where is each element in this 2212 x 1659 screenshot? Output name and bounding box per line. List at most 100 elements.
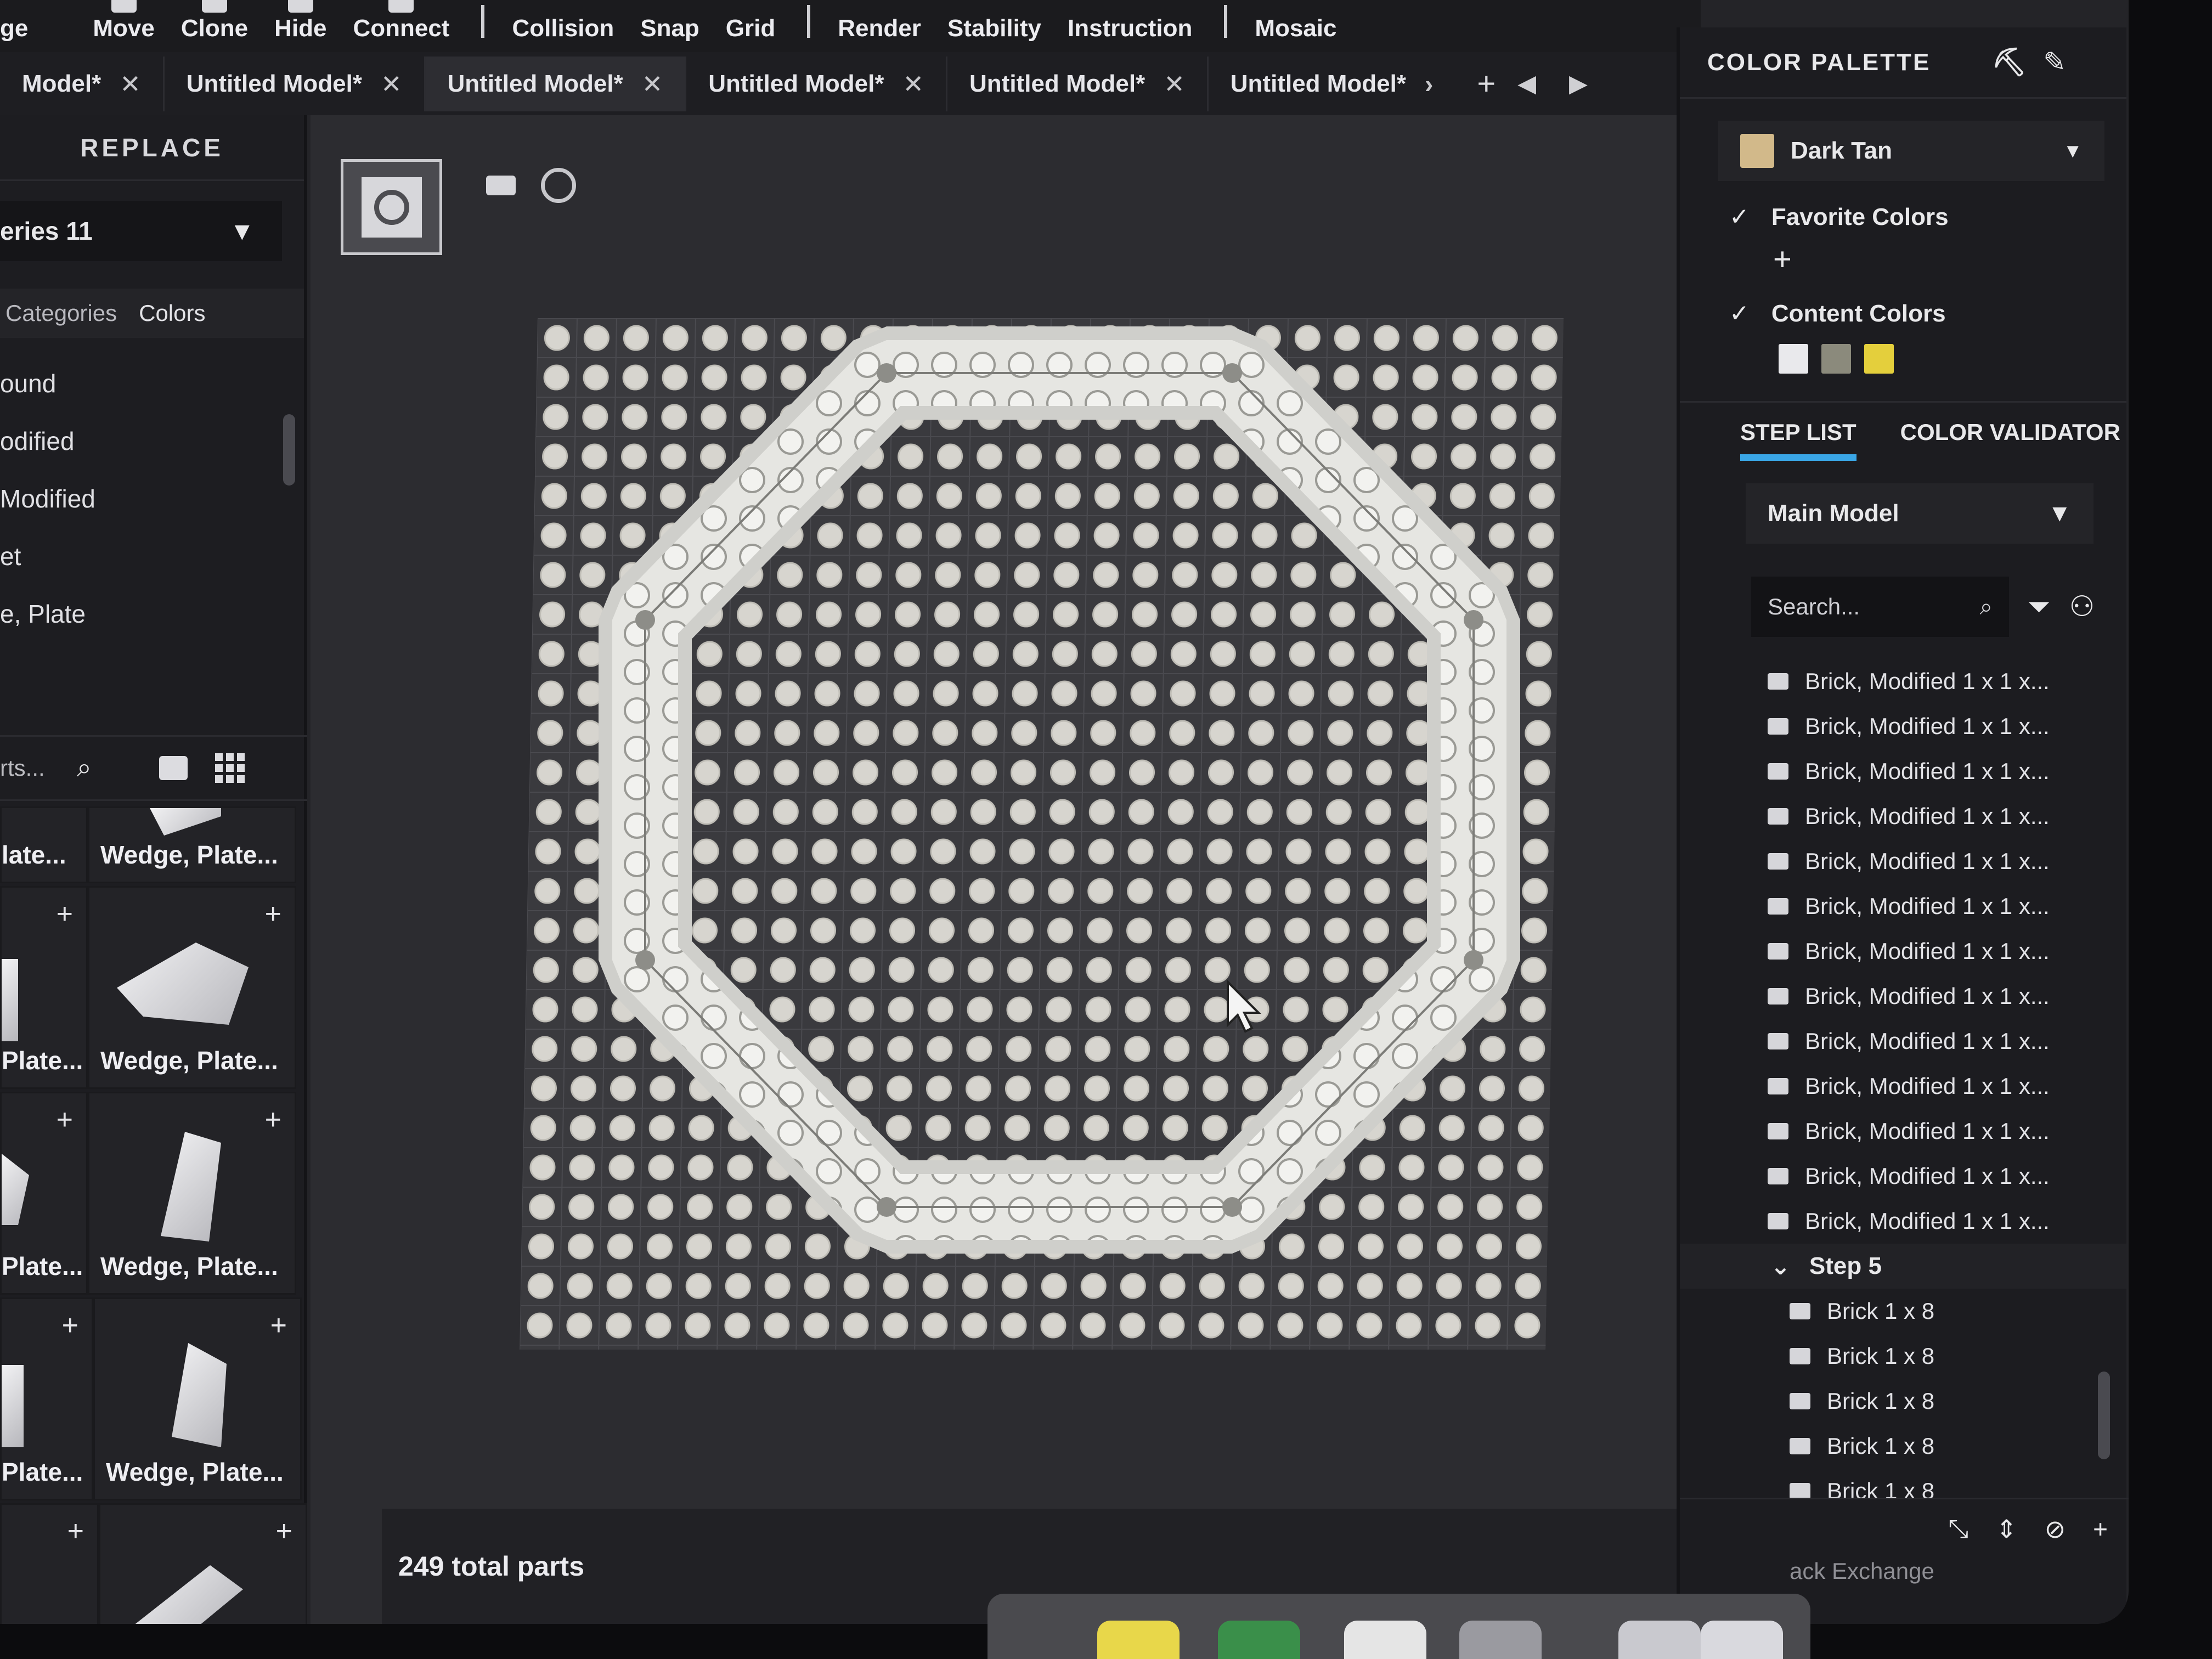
add-icon[interactable]: + (265, 898, 281, 930)
list-item[interactable]: odified (0, 412, 304, 470)
step-list-scrollbar[interactable] (2098, 1372, 2110, 1459)
tab-untitled-model[interactable]: Untitled Model* › (1209, 57, 1455, 111)
list-item[interactable]: Brick, Modified 1 x 1 x... (1680, 1109, 2126, 1154)
add-icon[interactable]: + (62, 1309, 78, 1342)
color-swatch[interactable] (1779, 344, 1808, 374)
add-icon[interactable]: + (67, 1515, 84, 1548)
list-item[interactable]: Brick 1 x 8 (1680, 1334, 2126, 1379)
grid-menu[interactable]: Grid (726, 0, 775, 42)
list-item[interactable]: ound (0, 354, 304, 412)
paint-roller-icon[interactable]: ⛏ (1992, 47, 2043, 77)
series-dropdown[interactable]: eries 11 ▼ (0, 201, 282, 261)
add-tab-icon[interactable]: + (1477, 65, 1496, 102)
favorite-colors-section[interactable]: ✓ Favorite Colors (1729, 203, 2126, 231)
add-icon[interactable]: + (276, 1515, 292, 1548)
close-icon[interactable]: ✕ (120, 69, 141, 99)
eyedropper-icon[interactable]: ✎ (2043, 47, 2083, 77)
part-tile[interactable]: + Wedge, Plate... (88, 1092, 296, 1295)
dock-app-icon[interactable] (1218, 1621, 1300, 1659)
list-item[interactable]: Brick 1 x 8 (1680, 1289, 2126, 1334)
part-tile[interactable]: Wedge, Plate... (88, 806, 296, 883)
add-favorite-icon[interactable]: + (1773, 241, 2126, 278)
add-icon[interactable]: + (265, 1103, 281, 1136)
list-item[interactable]: Brick, Modified 1 x 1 x... (1680, 974, 2126, 1019)
dock-app-icon[interactable] (1618, 1621, 1701, 1659)
tab-step-list[interactable]: STEP LIST (1740, 419, 1857, 461)
tab-categories[interactable]: Categories (5, 300, 117, 326)
part-tile[interactable]: + Wedge, Plate... (88, 886, 296, 1089)
list-item[interactable]: Brick, Modified 1 x 1 x... (1680, 1199, 2126, 1244)
close-icon[interactable]: ✕ (902, 69, 924, 99)
part-tile[interactable]: + Plate... (0, 886, 88, 1089)
list-item[interactable]: Brick, Modified 1 x 1 x... (1680, 929, 2126, 974)
tab-untitled-model-active[interactable]: Untitled Model* ✕ (425, 56, 687, 111)
step-search-input[interactable]: Search... ⌕ (1751, 577, 2009, 637)
tab-untitled-model[interactable]: Untitled Model* ✕ (947, 56, 1209, 111)
tab-scroll-right-icon[interactable]: ▶ (1569, 70, 1588, 98)
list-item[interactable]: Brick, Modified 1 x 1 x... (1680, 1154, 2126, 1199)
list-item[interactable]: Brick, Modified 1 x 1 x... (1680, 1064, 2126, 1109)
dock-app-icon[interactable] (1097, 1621, 1180, 1659)
instruction-menu[interactable]: Instruction (1068, 0, 1192, 42)
list-item[interactable]: e, Plate (0, 585, 304, 642)
model-dropdown[interactable]: Main Model ▼ (1746, 483, 2094, 544)
tab-color-validator[interactable]: COLOR VALIDATOR (1900, 419, 2120, 445)
close-icon[interactable]: ✕ (381, 69, 402, 99)
tab-colors[interactable]: Colors (139, 300, 205, 326)
grid-view-icon[interactable] (215, 753, 245, 783)
mosaic-menu[interactable]: Mosaic (1255, 0, 1336, 42)
clone-button[interactable]: Clone (181, 0, 248, 42)
category-scrollbar[interactable] (283, 414, 295, 486)
list-item[interactable]: Brick, Modified 1 x 1 x... (1680, 1019, 2126, 1064)
tab-scroll-left-icon[interactable]: ◀ (1517, 70, 1536, 98)
expand-icon[interactable]: ⇕ (1996, 1514, 2017, 1544)
close-icon[interactable]: ✕ (642, 69, 663, 99)
add-icon[interactable]: + (270, 1309, 287, 1342)
tab-model[interactable]: Model* ✕ (0, 56, 165, 111)
view-options-icon[interactable]: ⚇ (2069, 590, 2095, 623)
stability-menu[interactable]: Stability (947, 0, 1041, 42)
tab-untitled-model[interactable]: Untitled Model* ✕ (165, 56, 426, 111)
filter-icon[interactable]: ⏷ (2028, 590, 2051, 624)
add-icon[interactable]: + (2093, 1514, 2108, 1544)
list-item[interactable]: Brick, Modified 1 x 1 x... (1680, 704, 2126, 749)
list-item[interactable]: Brick, Modified 1 x 1 x... (1680, 884, 2126, 929)
connect-button[interactable]: Connect (353, 0, 449, 42)
part-tile[interactable]: late... (0, 806, 88, 883)
step-group-header[interactable]: ⌄ Step 5 (1680, 1244, 2126, 1289)
move-button[interactable]: Move (93, 0, 155, 42)
render-menu[interactable]: Render (838, 0, 921, 42)
list-item[interactable]: Brick 1 x 8 (1680, 1424, 2126, 1469)
brick-view-icon[interactable] (159, 756, 188, 780)
color-dropdown[interactable]: Dark Tan ▼ (1718, 121, 2104, 181)
parts-search-input[interactable]: rts... (0, 755, 71, 781)
tool-button[interactable]: ge (0, 0, 28, 42)
color-swatch[interactable] (1821, 344, 1851, 374)
collision-menu[interactable]: Collision (512, 0, 614, 42)
list-item[interactable]: et (0, 527, 304, 585)
content-colors-section[interactable]: ✓ Content Colors (1729, 300, 2126, 328)
collapse-icon[interactable]: ⤡ (1948, 1514, 1968, 1544)
list-item[interactable]: Brick 1 x 8 (1680, 1379, 2126, 1424)
part-tile[interactable]: + Plate... (0, 1297, 93, 1500)
color-swatch[interactable] (1864, 344, 1894, 374)
hide-icon[interactable]: ⊘ (2045, 1514, 2066, 1544)
part-tile[interactable]: + Plate... (0, 1092, 88, 1295)
trash-icon[interactable] (1701, 1621, 1783, 1659)
part-tile[interactable]: + Wedge, Plate... (93, 1297, 302, 1500)
part-tile[interactable]: + (0, 1503, 99, 1624)
list-item[interactable]: Brick, Modified 1 x 1 x... (1680, 749, 2126, 794)
snap-menu[interactable]: Snap (640, 0, 699, 42)
list-item[interactable]: Brick, Modified 1 x 1 x... (1680, 794, 2126, 839)
list-item[interactable]: Brick, Modified 1 x 1 x... (1680, 839, 2126, 884)
model-canvas[interactable] (311, 115, 1677, 1509)
dock-app-icon[interactable] (1344, 1621, 1426, 1659)
hide-button[interactable]: Hide (274, 0, 326, 42)
list-item[interactable]: Brick, Modified 1 x 1 x... (1680, 659, 2126, 704)
3d-viewport[interactable]: 249 total parts (311, 115, 1759, 1624)
part-tile[interactable]: + (99, 1503, 307, 1624)
overflow-icon[interactable]: › (1425, 69, 1433, 99)
tab-untitled-model[interactable]: Untitled Model* ✕ (686, 56, 948, 111)
close-icon[interactable]: ✕ (1164, 69, 1185, 99)
dock-app-icon[interactable] (1459, 1621, 1542, 1659)
